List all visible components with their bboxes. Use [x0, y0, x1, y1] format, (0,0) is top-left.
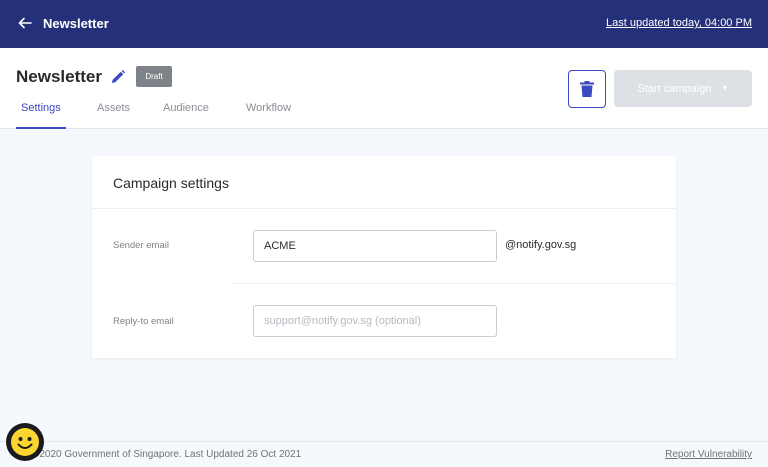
campaign-settings-card: Campaign settings Sender email @notify.g… [92, 156, 676, 358]
arrow-left-icon [18, 17, 32, 29]
trash-icon [580, 81, 594, 97]
sender-email-label: Sender email [113, 240, 169, 251]
top-bar: Newsletter Last updated today, 04:00 PM [0, 0, 768, 48]
status-badge: Draft [136, 66, 172, 87]
report-vulnerability-link[interactable]: Report Vulnerability [665, 449, 752, 460]
reply-to-email-label: Reply-to email [113, 316, 174, 327]
chat-widget-button[interactable] [6, 423, 44, 461]
edit-title-button[interactable] [110, 69, 126, 85]
campaign-title: Newsletter [16, 67, 102, 86]
sender-email-domain: @notify.gov.sg [505, 239, 577, 251]
tab-assets[interactable]: Assets [97, 102, 130, 129]
tab-workflow[interactable]: Workflow [246, 102, 291, 129]
card-title: Campaign settings [113, 175, 229, 191]
footer: ©2020 Government of Singapore. Last Upda… [0, 441, 768, 467]
pencil-icon [112, 69, 126, 83]
reply-to-email-input[interactable] [253, 305, 497, 337]
last-updated-link[interactable]: Last updated today, 04:00 PM [606, 17, 752, 29]
start-campaign-button[interactable]: Start campaign ▼ [614, 70, 752, 107]
copyright-text: ©2020 Government of Singapore. Last Upda… [32, 449, 302, 460]
start-campaign-label: Start campaign [637, 82, 712, 95]
caret-down-icon: ▼ [721, 85, 729, 92]
page-header: Newsletter Draft Settings Assets Audienc… [0, 48, 768, 129]
smiley-face-icon [11, 428, 39, 456]
topbar-title: Newsletter [43, 16, 109, 31]
card-divider [92, 208, 676, 209]
tab-audience[interactable]: Audience [163, 102, 209, 129]
row-divider [233, 283, 676, 284]
sender-email-input[interactable] [253, 230, 497, 262]
back-button[interactable] [14, 12, 36, 34]
tab-settings[interactable]: Settings [16, 102, 66, 129]
delete-campaign-button[interactable] [568, 70, 606, 108]
